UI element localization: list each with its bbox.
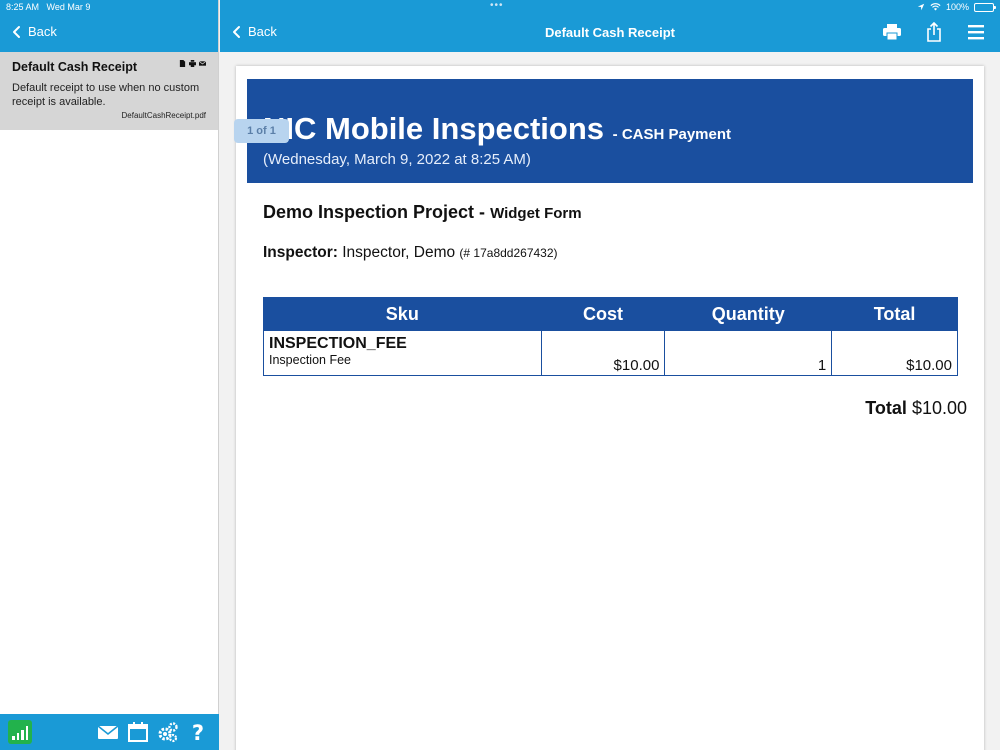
grand-total-value: $10.00: [911, 398, 967, 418]
sku-code: INSPECTION_FEE: [269, 335, 407, 352]
page-indicator: 1 of 1: [234, 119, 289, 143]
mail-icon[interactable]: [97, 721, 119, 743]
signal-status-icon[interactable]: [8, 720, 32, 744]
sidebar: Back Default Cash Receipt Default receip…: [0, 0, 219, 750]
sidebar-item-title: Default Cash Receipt: [12, 60, 138, 74]
battery-percent: 100%: [945, 2, 969, 12]
sidebar-item-actions: [179, 60, 206, 67]
inspector-line: Inspector: Inspector, Demo (# 17a8dd2674…: [263, 244, 558, 261]
inspector-name: Inspector, Demo: [342, 244, 456, 261]
receipt-timestamp: (Wednesday, March 9, 2022 at 8:25 AM): [263, 151, 531, 168]
help-icon[interactable]: ?: [187, 721, 209, 743]
cell-quantity: 1: [664, 330, 833, 376]
document-icon[interactable]: [179, 60, 186, 67]
document-viewer[interactable]: 1 of 1 NIC Mobile Inspections - CASH Pay…: [220, 52, 1000, 750]
print-icon[interactable]: [882, 22, 902, 42]
table-row: INSPECTION_FEE Inspection Fee $10.00 1 $…: [263, 330, 958, 376]
email-icon[interactable]: [199, 60, 206, 67]
main-pane: Back Default Cash Receipt 1 of 1 NIC Mob…: [220, 0, 1000, 750]
project-heading: Demo Inspection Project - Widget Form: [263, 202, 582, 222]
cell-total: $10.00: [831, 330, 958, 376]
inspector-id: (# 17a8dd267432): [459, 246, 558, 260]
column-header-quantity: Quantity: [664, 297, 833, 331]
line-items-table: Sku Cost Quantity Total INSPECTION_FEE I…: [263, 297, 958, 376]
column-header-total: Total: [831, 297, 958, 331]
table-header-row: Sku Cost Quantity Total: [263, 297, 958, 331]
sidebar-item-description: Default receipt to use when no custom re…: [12, 82, 200, 108]
grand-total: Total $10.00: [865, 398, 967, 418]
column-header-sku: Sku: [263, 297, 542, 331]
status-right: 100%: [917, 2, 996, 12]
sidebar-item-default-cash-receipt[interactable]: Default Cash Receipt Default receipt to …: [0, 52, 218, 130]
menu-icon[interactable]: [966, 22, 986, 42]
svg-text:?: ?: [192, 721, 204, 743]
print-icon[interactable]: [189, 60, 196, 67]
sku-name: Inspection Fee: [269, 353, 351, 367]
share-icon[interactable]: [924, 22, 944, 42]
battery-icon: [974, 2, 996, 12]
cell-sku: INSPECTION_FEE Inspection Fee: [263, 330, 542, 376]
column-header-cost: Cost: [540, 297, 666, 331]
sidebar-footer-toolbar: ?: [0, 714, 219, 750]
settings-gears-icon[interactable]: [157, 721, 179, 743]
sidebar-back-button[interactable]: Back: [10, 24, 57, 39]
calendar-icon[interactable]: [127, 721, 149, 743]
location-icon: [917, 3, 925, 11]
payment-type: - CASH Payment: [612, 126, 732, 143]
cell-cost: $10.00: [540, 330, 666, 376]
receipt-page: NIC Mobile Inspections - CASH Payment (W…: [236, 66, 984, 750]
wifi-icon: [930, 3, 941, 11]
receipt-banner: NIC Mobile Inspections - CASH Payment (W…: [247, 79, 973, 183]
status-time: 8:25 AM Wed Mar 9: [6, 2, 91, 12]
chevron-left-icon: [13, 25, 20, 38]
form-name: Widget Form: [490, 205, 582, 222]
multitasking-dots[interactable]: •••: [490, 0, 504, 11]
company-heading: NIC Mobile Inspections - CASH Payment: [263, 111, 732, 146]
sidebar-item-filename: DefaultCashReceipt.pdf: [121, 111, 207, 120]
status-bar: 8:25 AM Wed Mar 9 ••• 100%: [0, 0, 1000, 14]
